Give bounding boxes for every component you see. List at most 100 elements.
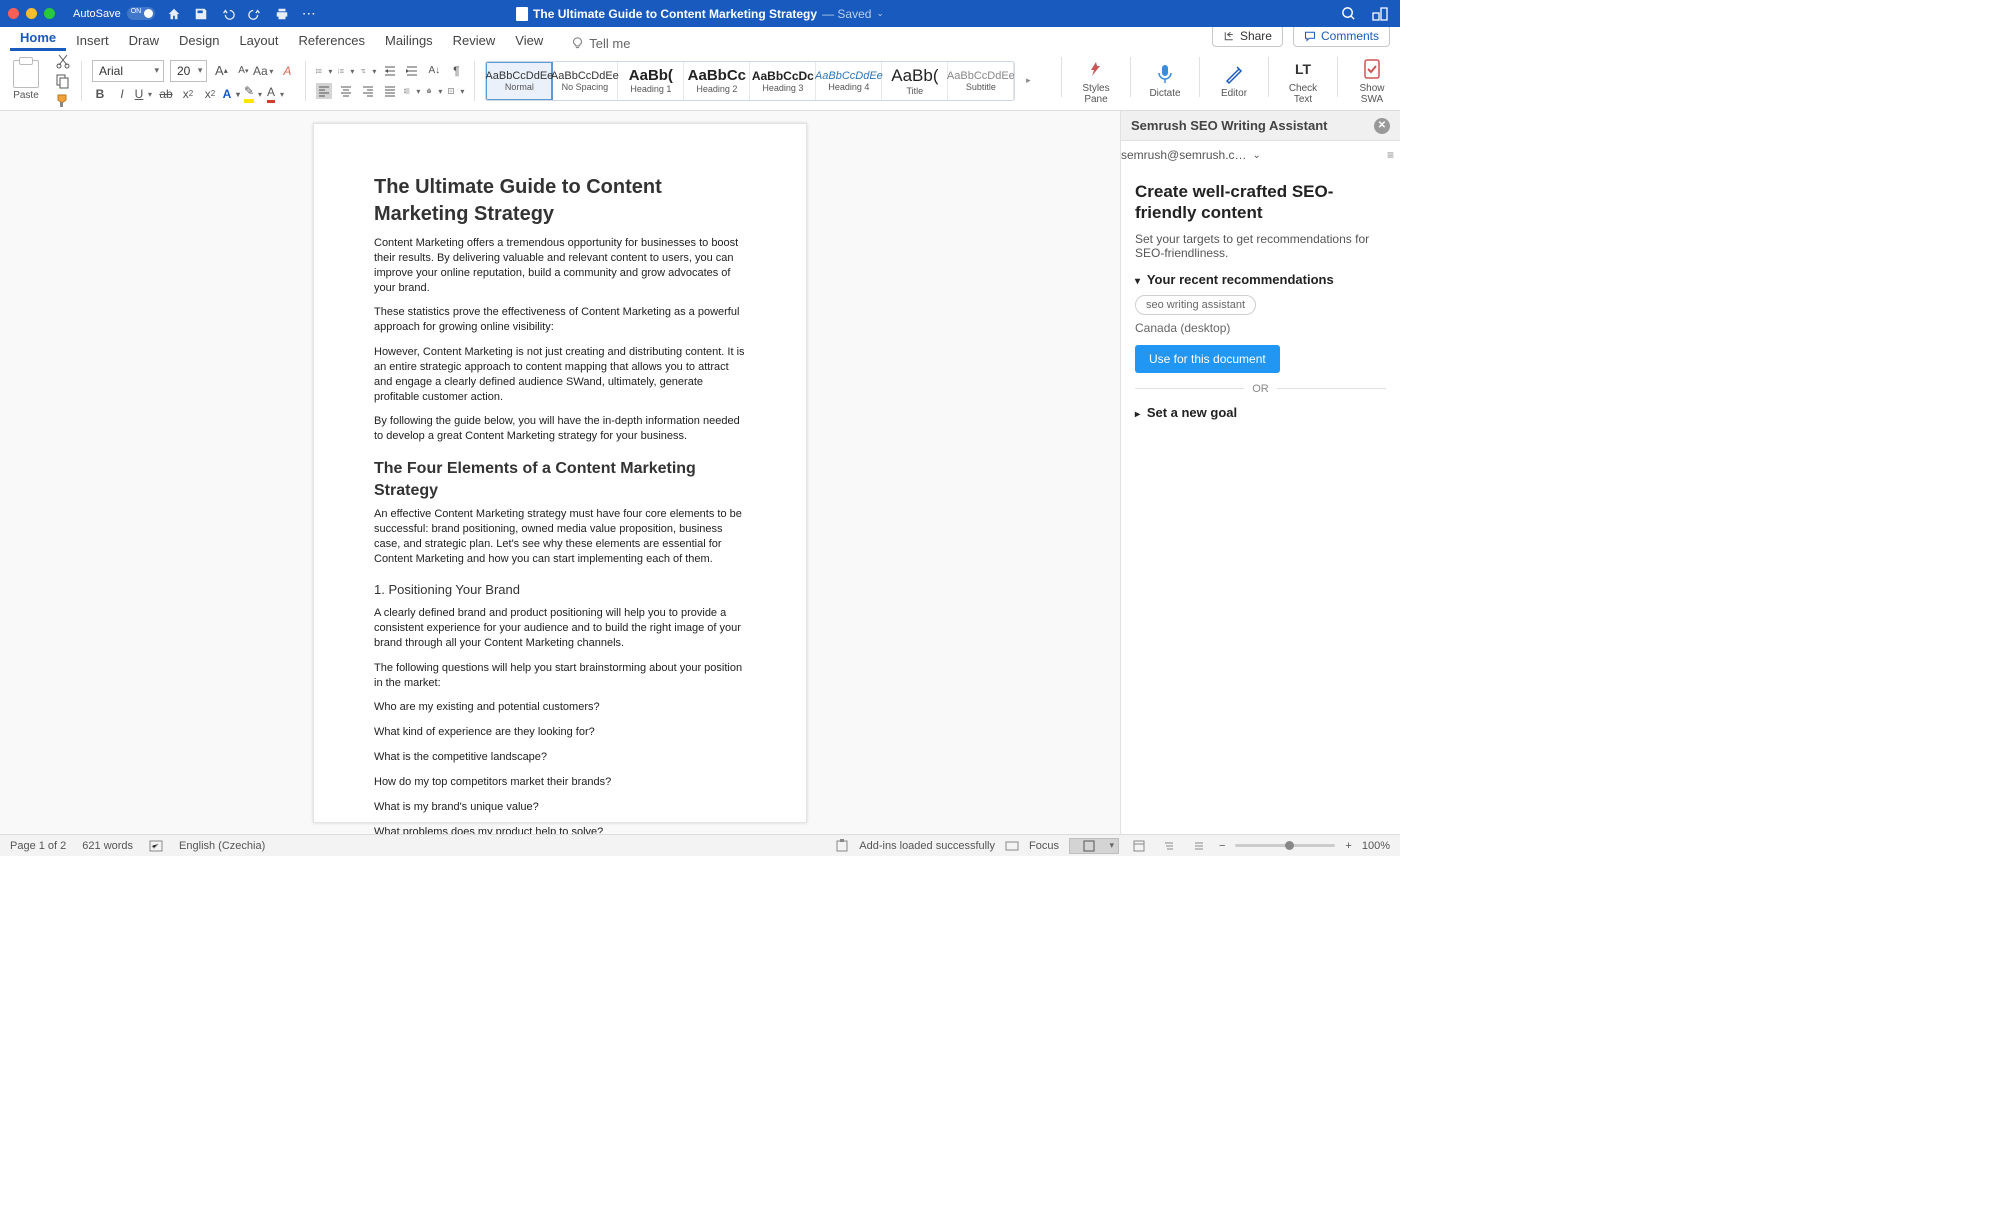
style-normal[interactable]: AaBbCcDdEeNormal bbox=[485, 61, 553, 101]
style-heading-3[interactable]: AaBbCcDcHeading 3 bbox=[750, 62, 816, 100]
check-text-button[interactable]: LTCheck Text bbox=[1281, 57, 1325, 105]
highlight-icon[interactable]: ✎ bbox=[246, 86, 262, 102]
align-center-icon[interactable] bbox=[338, 83, 354, 99]
increase-indent-icon[interactable] bbox=[404, 63, 420, 79]
menu-icon[interactable]: ≡ bbox=[1387, 148, 1394, 162]
set-new-goal-accordion[interactable]: Set a new goal bbox=[1135, 405, 1386, 420]
tab-home[interactable]: Home bbox=[10, 26, 66, 51]
word-doc-icon bbox=[516, 7, 528, 21]
focus-icon[interactable] bbox=[1005, 839, 1019, 853]
font-color-icon[interactable]: A bbox=[268, 86, 284, 102]
tab-review[interactable]: Review bbox=[443, 29, 506, 51]
styles-pane-button[interactable]: Styles Pane bbox=[1074, 57, 1118, 105]
multilevel-list-icon[interactable] bbox=[360, 63, 376, 79]
account-dropdown[interactable]: semrush@semrush.c…⌄ ≡ bbox=[1121, 141, 1400, 169]
style-heading-4[interactable]: AaBbCcDdEeHeading 4 bbox=[816, 62, 882, 100]
italic-button[interactable]: I bbox=[114, 86, 130, 102]
tab-references[interactable]: References bbox=[289, 29, 375, 51]
addins-icon[interactable] bbox=[835, 839, 849, 853]
show-marks-icon[interactable]: ¶ bbox=[448, 63, 464, 79]
tab-draw[interactable]: Draw bbox=[119, 29, 169, 51]
align-right-icon[interactable] bbox=[360, 83, 376, 99]
zoom-slider[interactable] bbox=[1235, 844, 1335, 847]
grow-font-icon[interactable]: A▴ bbox=[213, 63, 229, 79]
bullets-icon[interactable] bbox=[316, 63, 332, 79]
bold-button[interactable]: B bbox=[92, 86, 108, 102]
recent-recommendations-accordion[interactable]: Your recent recommendations bbox=[1135, 272, 1386, 287]
style-no-spacing[interactable]: AaBbCcDdEeNo Spacing bbox=[552, 62, 618, 100]
document-page[interactable]: The Ultimate Guide to Content Marketing … bbox=[313, 123, 807, 823]
show-swa-button[interactable]: Show SWA bbox=[1350, 57, 1394, 105]
tell-me-search[interactable]: Tell me bbox=[571, 36, 630, 51]
tab-insert[interactable]: Insert bbox=[66, 29, 119, 51]
word-count[interactable]: 621 words bbox=[82, 840, 133, 852]
decrease-indent-icon[interactable] bbox=[382, 63, 398, 79]
sort-icon[interactable]: A↓ bbox=[426, 63, 442, 79]
zoom-in-icon[interactable]: + bbox=[1345, 840, 1351, 852]
page-indicator[interactable]: Page 1 of 2 bbox=[10, 840, 66, 852]
save-icon[interactable] bbox=[194, 7, 208, 21]
shading-icon[interactable] bbox=[426, 83, 442, 99]
tab-mailings[interactable]: Mailings bbox=[375, 29, 443, 51]
print-layout-view-icon[interactable] bbox=[1069, 838, 1119, 854]
draft-view-icon[interactable] bbox=[1189, 838, 1209, 854]
font-name-select[interactable]: Arial bbox=[92, 60, 164, 82]
borders-icon[interactable] bbox=[448, 83, 464, 99]
superscript-button[interactable]: x2 bbox=[202, 86, 218, 102]
tab-layout[interactable]: Layout bbox=[229, 29, 288, 51]
use-for-document-button[interactable]: Use for this document bbox=[1135, 345, 1280, 373]
cut-icon[interactable] bbox=[55, 53, 71, 69]
dictate-button[interactable]: Dictate bbox=[1143, 57, 1187, 105]
outline-view-icon[interactable] bbox=[1159, 838, 1179, 854]
close-pane-icon[interactable]: ✕ bbox=[1374, 118, 1390, 134]
change-case-icon[interactable]: Aa bbox=[257, 63, 273, 79]
style-title[interactable]: AaBb(Title bbox=[882, 62, 948, 100]
clear-format-icon[interactable]: A bbox=[279, 63, 295, 79]
minimize-window-button[interactable] bbox=[26, 8, 37, 19]
zoom-out-icon[interactable]: − bbox=[1219, 840, 1225, 852]
language-indicator[interactable]: English (Czechia) bbox=[179, 840, 265, 852]
text-effects-icon[interactable]: A bbox=[224, 86, 240, 102]
autosave-switch[interactable]: ON bbox=[127, 7, 155, 20]
style-heading-1[interactable]: AaBb(Heading 1 bbox=[618, 62, 684, 100]
redo-icon[interactable] bbox=[248, 7, 262, 21]
swa-icon bbox=[1361, 57, 1383, 81]
share-button[interactable]: Share bbox=[1212, 25, 1283, 47]
print-icon[interactable] bbox=[275, 7, 289, 21]
keyword-chip[interactable]: seo writing assistant bbox=[1135, 295, 1256, 315]
numbering-icon[interactable]: 123 bbox=[338, 63, 354, 79]
spellcheck-icon[interactable] bbox=[149, 839, 163, 853]
align-left-icon[interactable] bbox=[316, 83, 332, 99]
focus-label[interactable]: Focus bbox=[1029, 840, 1059, 852]
zoom-window-button[interactable] bbox=[44, 8, 55, 19]
underline-button[interactable]: U bbox=[136, 86, 152, 102]
zoom-level[interactable]: 100% bbox=[1362, 840, 1390, 852]
format-painter-icon[interactable] bbox=[55, 93, 71, 109]
justify-icon[interactable] bbox=[382, 83, 398, 99]
chevron-down-icon[interactable]: ⌄ bbox=[876, 8, 884, 19]
autosave-toggle[interactable]: AutoSave ON bbox=[73, 7, 155, 20]
style-subtitle[interactable]: AaBbCcDdEeSubtitle bbox=[948, 62, 1014, 100]
search-icon[interactable] bbox=[1341, 6, 1356, 21]
styles-more-icon[interactable]: ▸ bbox=[1020, 73, 1036, 89]
strikethrough-button[interactable]: ab bbox=[158, 86, 174, 102]
editor-button[interactable]: Editor bbox=[1212, 57, 1256, 105]
document-canvas[interactable]: The Ultimate Guide to Content Marketing … bbox=[0, 111, 1120, 834]
copy-icon[interactable] bbox=[55, 73, 71, 89]
subscript-button[interactable]: x2 bbox=[180, 86, 196, 102]
font-size-select[interactable]: 20 bbox=[170, 60, 207, 82]
line-spacing-icon[interactable] bbox=[404, 83, 420, 99]
tab-design[interactable]: Design bbox=[169, 29, 229, 51]
ribbon-display-icon[interactable] bbox=[1372, 7, 1388, 21]
paste-button[interactable]: Paste bbox=[6, 60, 46, 101]
undo-icon[interactable] bbox=[221, 7, 235, 21]
shrink-font-icon[interactable]: A▾ bbox=[235, 63, 251, 79]
tab-view[interactable]: View bbox=[505, 29, 553, 51]
comments-button[interactable]: Comments bbox=[1293, 25, 1390, 47]
more-icon[interactable]: ⋯ bbox=[302, 5, 316, 22]
svg-text:3: 3 bbox=[338, 72, 340, 74]
close-window-button[interactable] bbox=[8, 8, 19, 19]
style-heading-2[interactable]: AaBbCcHeading 2 bbox=[684, 62, 750, 100]
web-layout-view-icon[interactable] bbox=[1129, 838, 1149, 854]
home-icon[interactable] bbox=[167, 7, 181, 21]
